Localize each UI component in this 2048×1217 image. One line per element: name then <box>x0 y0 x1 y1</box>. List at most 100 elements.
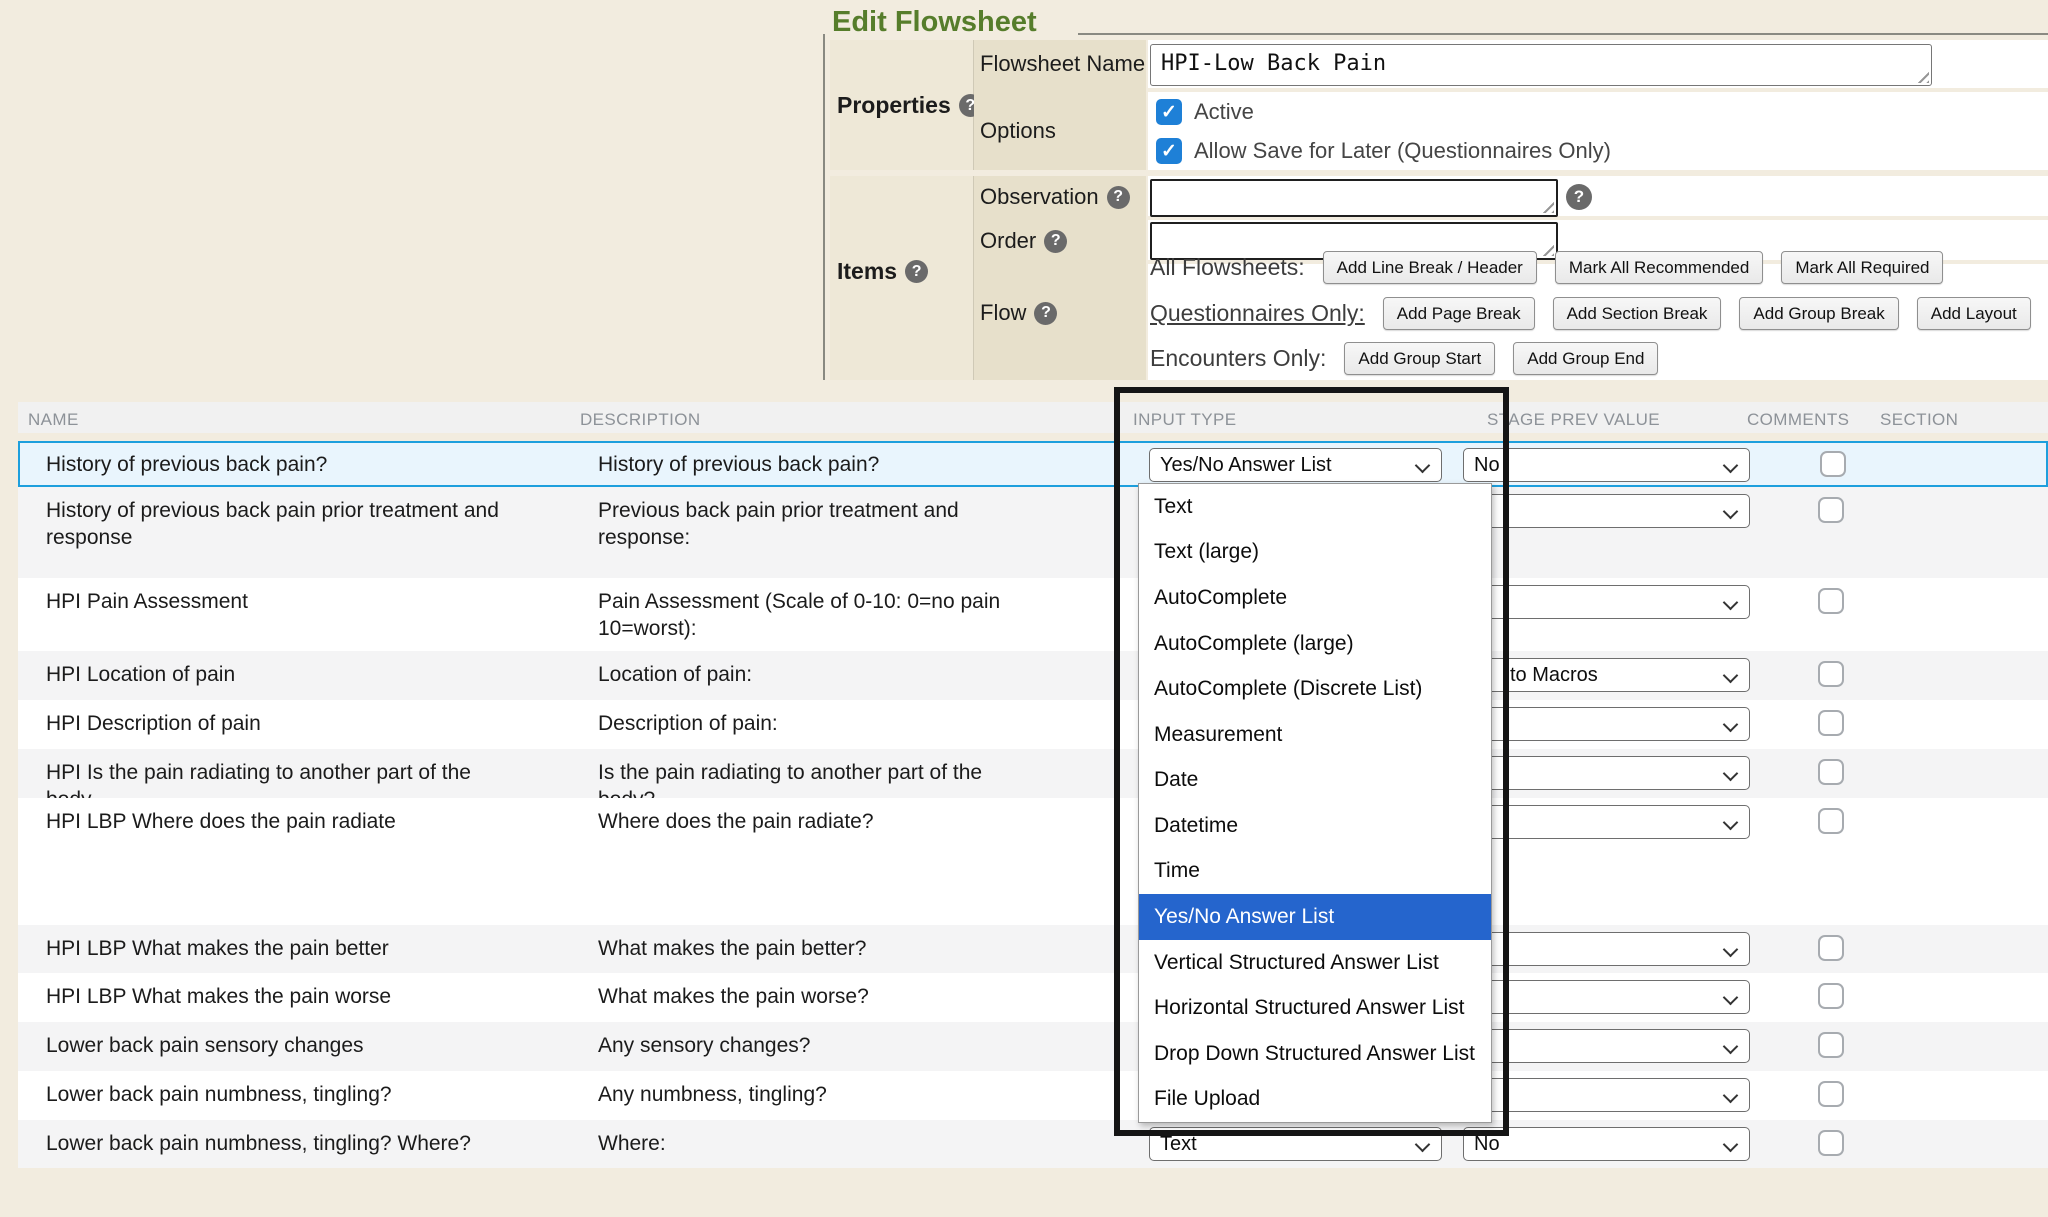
stage-prev-value-select[interactable]: No <box>1463 1127 1750 1161</box>
add-section-break-button[interactable]: Add Section Break <box>1553 297 1722 330</box>
comments-checkbox[interactable] <box>1818 1032 1844 1058</box>
stage-prev-value-select[interactable] <box>1463 1078 1750 1112</box>
stage-prev-value-select[interactable]: No <box>1463 448 1750 482</box>
stage-prev-value-select[interactable] <box>1463 805 1750 839</box>
dropdown-option[interactable]: Vertical Structured Answer List <box>1139 940 1491 986</box>
comments-checkbox[interactable] <box>1818 497 1844 523</box>
column-header-input-type: INPUT TYPE <box>1133 410 1237 430</box>
table-row[interactable]: Lower back pain numbness, tingling?Any n… <box>18 1071 2048 1120</box>
comments-checkbox[interactable] <box>1820 451 1846 477</box>
items-help-icon[interactable]: ? <box>905 260 928 283</box>
dropdown-option[interactable]: Text <box>1139 484 1491 530</box>
dropdown-option-selected[interactable]: Yes/No Answer List <box>1139 894 1491 940</box>
order-help-icon[interactable]: ? <box>1044 230 1067 253</box>
stage-prev-value-select[interactable] <box>1463 585 1750 619</box>
row-description: Where does the pain radiate? <box>598 808 1028 835</box>
add-group-start-button[interactable]: Add Group Start <box>1344 342 1495 375</box>
add-layout-button[interactable]: Add Layout <box>1917 297 2031 330</box>
stage-prev-value-select[interactable] <box>1463 707 1750 741</box>
table-row[interactable]: HPI Description of painDescription of pa… <box>18 700 2048 749</box>
input-type-select[interactable]: Yes/No Answer List <box>1149 448 1442 482</box>
comments-checkbox[interactable] <box>1818 1130 1844 1156</box>
comments-checkbox[interactable] <box>1818 710 1844 736</box>
observation-help-icon[interactable]: ? <box>1107 186 1130 209</box>
comments-checkbox[interactable] <box>1818 808 1844 834</box>
page-title: Edit Flowsheet <box>832 6 1037 39</box>
dropdown-option[interactable]: AutoComplete (Discrete List) <box>1139 666 1491 712</box>
checkbox-checked-icon[interactable]: ✓ <box>1156 138 1182 164</box>
flow-help-icon[interactable]: ? <box>1034 302 1057 325</box>
dropdown-option[interactable]: AutoComplete (large) <box>1139 621 1491 667</box>
dropdown-option[interactable]: Text (large) <box>1139 530 1491 576</box>
add-page-break-button[interactable]: Add Page Break <box>1383 297 1535 330</box>
table-row[interactable]: HPI Location of painLocation of pain:to … <box>18 651 2048 700</box>
table-row[interactable]: HPI Is the pain radiating to another par… <box>18 749 2048 798</box>
chevron-down-icon <box>1723 1088 1739 1104</box>
mark-all-recommended-button[interactable]: Mark All Recommended <box>1555 251 1763 284</box>
dropdown-option[interactable]: Drop Down Structured Answer List <box>1139 1031 1491 1077</box>
observation-label-text: Observation <box>980 184 1099 210</box>
comments-checkbox[interactable] <box>1818 759 1844 785</box>
dropdown-option[interactable]: Datetime <box>1139 803 1491 849</box>
dropdown-option[interactable]: AutoComplete <box>1139 575 1491 621</box>
row-description: What makes the pain worse? <box>598 983 1028 1010</box>
dropdown-option[interactable]: Measurement <box>1139 712 1491 758</box>
chevron-down-icon <box>1723 815 1739 831</box>
stage-prev-value-select[interactable] <box>1463 980 1750 1014</box>
chevron-down-icon <box>1723 1137 1739 1153</box>
flow-group-label: Encounters Only: <box>1150 345 1326 372</box>
flow-group: Questionnaires Only: Add Page Break Add Se… <box>1150 297 2048 330</box>
dropdown-option[interactable]: Horizontal Structured Answer List <box>1139 985 1491 1031</box>
table-row[interactable]: HPI LBP What makes the pain worse What ma… <box>18 973 2048 1022</box>
row-description: History of previous back pain? <box>598 451 1028 478</box>
add-group-end-button[interactable]: Add Group End <box>1513 342 1658 375</box>
comments-checkbox[interactable] <box>1818 1081 1844 1107</box>
observation-extra-help-icon[interactable]: ? <box>1566 184 1592 210</box>
add-line-break-header-button[interactable]: Add Line Break / Header <box>1323 251 1537 284</box>
option-label: Active <box>1194 99 1254 125</box>
flowsheet-name-input[interactable]: HPI-Low Back Pain <box>1150 44 1932 86</box>
table-row[interactable]: HPI Pain AssessmentPain Assessment (Scal… <box>18 578 2048 651</box>
dropdown-option[interactable]: Time <box>1139 849 1491 895</box>
checkbox-checked-icon[interactable]: ✓ <box>1156 99 1182 125</box>
row-name: Lower back pain numbness, tingling? Wher… <box>46 1130 511 1157</box>
stage-prev-value-select[interactable] <box>1463 932 1750 966</box>
table-row[interactable]: History of previous back pain prior trea… <box>18 487 2048 578</box>
mark-all-required-button[interactable]: Mark All Required <box>1781 251 1943 284</box>
stage-prev-value-select[interactable]: to Macros <box>1463 658 1750 692</box>
chevron-down-icon <box>1723 766 1739 782</box>
table-row[interactable]: Lower back pain sensory changesAny senso… <box>18 1022 2048 1071</box>
add-group-break-button[interactable]: Add Group Break <box>1739 297 1898 330</box>
table-row[interactable]: Lower back pain numbness, tingling? Wher… <box>18 1120 2048 1168</box>
comments-checkbox[interactable] <box>1818 588 1844 614</box>
comments-checkbox[interactable] <box>1818 983 1844 1009</box>
observation-input[interactable] <box>1150 179 1558 217</box>
table-row[interactable]: History of previous back pain?History of… <box>18 441 2048 487</box>
row-description: Previous back pain prior treatment and r… <box>598 497 1028 551</box>
stage-prev-value-select[interactable] <box>1463 1029 1750 1063</box>
resize-handle-icon[interactable] <box>1540 199 1554 213</box>
properties-label: Properties ? <box>837 92 982 119</box>
flowsheet-name-label: Flowsheet Name <box>980 51 1145 77</box>
option-line: ✓ Allow Save for Later (Questionnaires O… <box>1156 138 1611 164</box>
flow-label: Flow ? <box>980 300 1057 326</box>
comments-checkbox[interactable] <box>1818 661 1844 687</box>
stage-prev-value-select[interactable] <box>1463 756 1750 790</box>
chevron-down-icon <box>1415 458 1431 474</box>
stage-prev-value-select[interactable] <box>1463 494 1750 528</box>
comments-checkbox[interactable] <box>1818 935 1844 961</box>
chevron-down-icon <box>1723 942 1739 958</box>
table-row[interactable]: HPI LBP What makes the pain betterWhat m… <box>18 925 2048 973</box>
chevron-down-icon <box>1723 504 1739 520</box>
observation-label: Observation ? <box>980 184 1130 210</box>
input-type-select[interactable]: Text <box>1149 1127 1442 1161</box>
input-type-select-value: Text <box>1150 1133 1197 1156</box>
option-line: ✓ Active <box>1156 99 1254 125</box>
order-label: Order ? <box>980 228 1067 254</box>
dropdown-option[interactable]: File Upload <box>1139 1077 1491 1123</box>
dropdown-option[interactable]: Date <box>1139 757 1491 803</box>
stage-prev-value-select-value: No <box>1464 1133 1500 1156</box>
table-row[interactable]: HPI LBP Where does the pain radiateWhere… <box>18 798 2048 925</box>
flow-group-label: Questionnaires Only: <box>1150 300 1365 327</box>
row-name: HPI LBP What makes the pain worse <box>46 983 511 1010</box>
